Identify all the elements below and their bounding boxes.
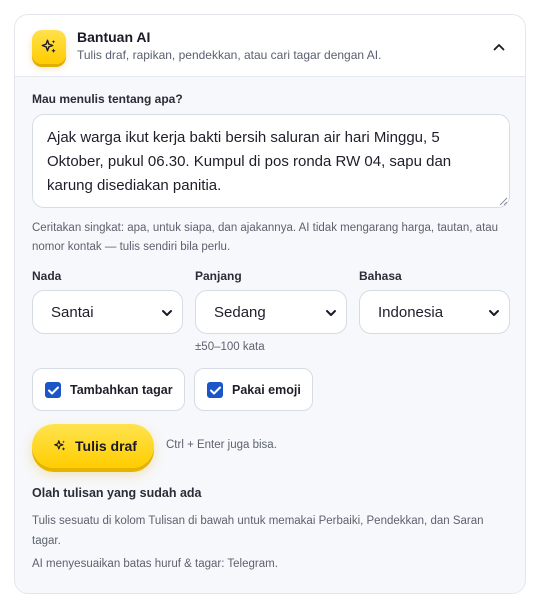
length-label: Panjang [195,269,242,283]
chevron-up-icon [493,44,505,51]
panel-header[interactable]: Bantuan AI Tulis draf, rapikan, pendekka… [15,15,525,77]
panel-subtitle: Tulis draf, rapikan, pendekkan, atau car… [77,48,382,62]
topic-hint: Ceritakan singkat: apa, untuk siapa, dan… [32,222,499,253]
chevron-down-icon [326,310,336,316]
platform-footnote: AI menyesuaikan batas huruf & tagar: Tel… [32,558,278,570]
collapse-button[interactable] [487,35,511,59]
language-label: Bahasa [359,269,402,283]
shortcut-hint: Ctrl + Enter juga bisa. [166,439,277,451]
checkmark-icon [47,386,59,394]
topic-label: Mau menulis tentang apa? [32,92,183,106]
checkmark-icon [209,386,221,394]
language-select[interactable]: Indonesia [359,290,510,334]
existing-section-title: Olah tulisan yang sudah ada [32,486,202,500]
resize-grip-icon[interactable] [499,197,508,206]
tone-select[interactable]: Santai [32,290,183,334]
emoji-toggle[interactable]: Pakai emoji [194,368,313,411]
length-note: ±50–100 kata [195,341,265,353]
chevron-down-icon [162,310,172,316]
panel-title: Bantuan AI [77,29,151,45]
language-select-value: Indonesia [378,304,444,321]
ai-assistant-panel: Bantuan AI Tulis draf, rapikan, pendekka… [14,14,526,594]
chevron-down-icon [489,310,499,316]
topic-textarea[interactable]: Ajak warga ikut kerja bakti bersih salur… [32,114,510,208]
hashtags-toggle[interactable]: Tambahkan tagar [32,368,185,411]
emoji-label: Pakai emoji [232,383,301,397]
write-draft-label: Tulis draf [75,438,137,454]
length-select-value: Sedang [214,304,266,321]
hashtags-checkbox[interactable] [45,382,61,398]
hashtags-label: Tambahkan tagar [70,383,173,397]
tone-label: Nada [32,269,62,283]
emoji-checkbox[interactable] [207,382,223,398]
ai-badge [32,30,66,64]
sparkle-icon [41,39,56,53]
sparkle-icon [54,440,66,451]
tone-select-value: Santai [51,304,94,321]
existing-section-text: Tulis sesuatu di kolom Tulisan di bawah … [32,515,484,547]
length-select[interactable]: Sedang [195,290,347,334]
write-draft-button[interactable]: Tulis draf [32,424,154,468]
